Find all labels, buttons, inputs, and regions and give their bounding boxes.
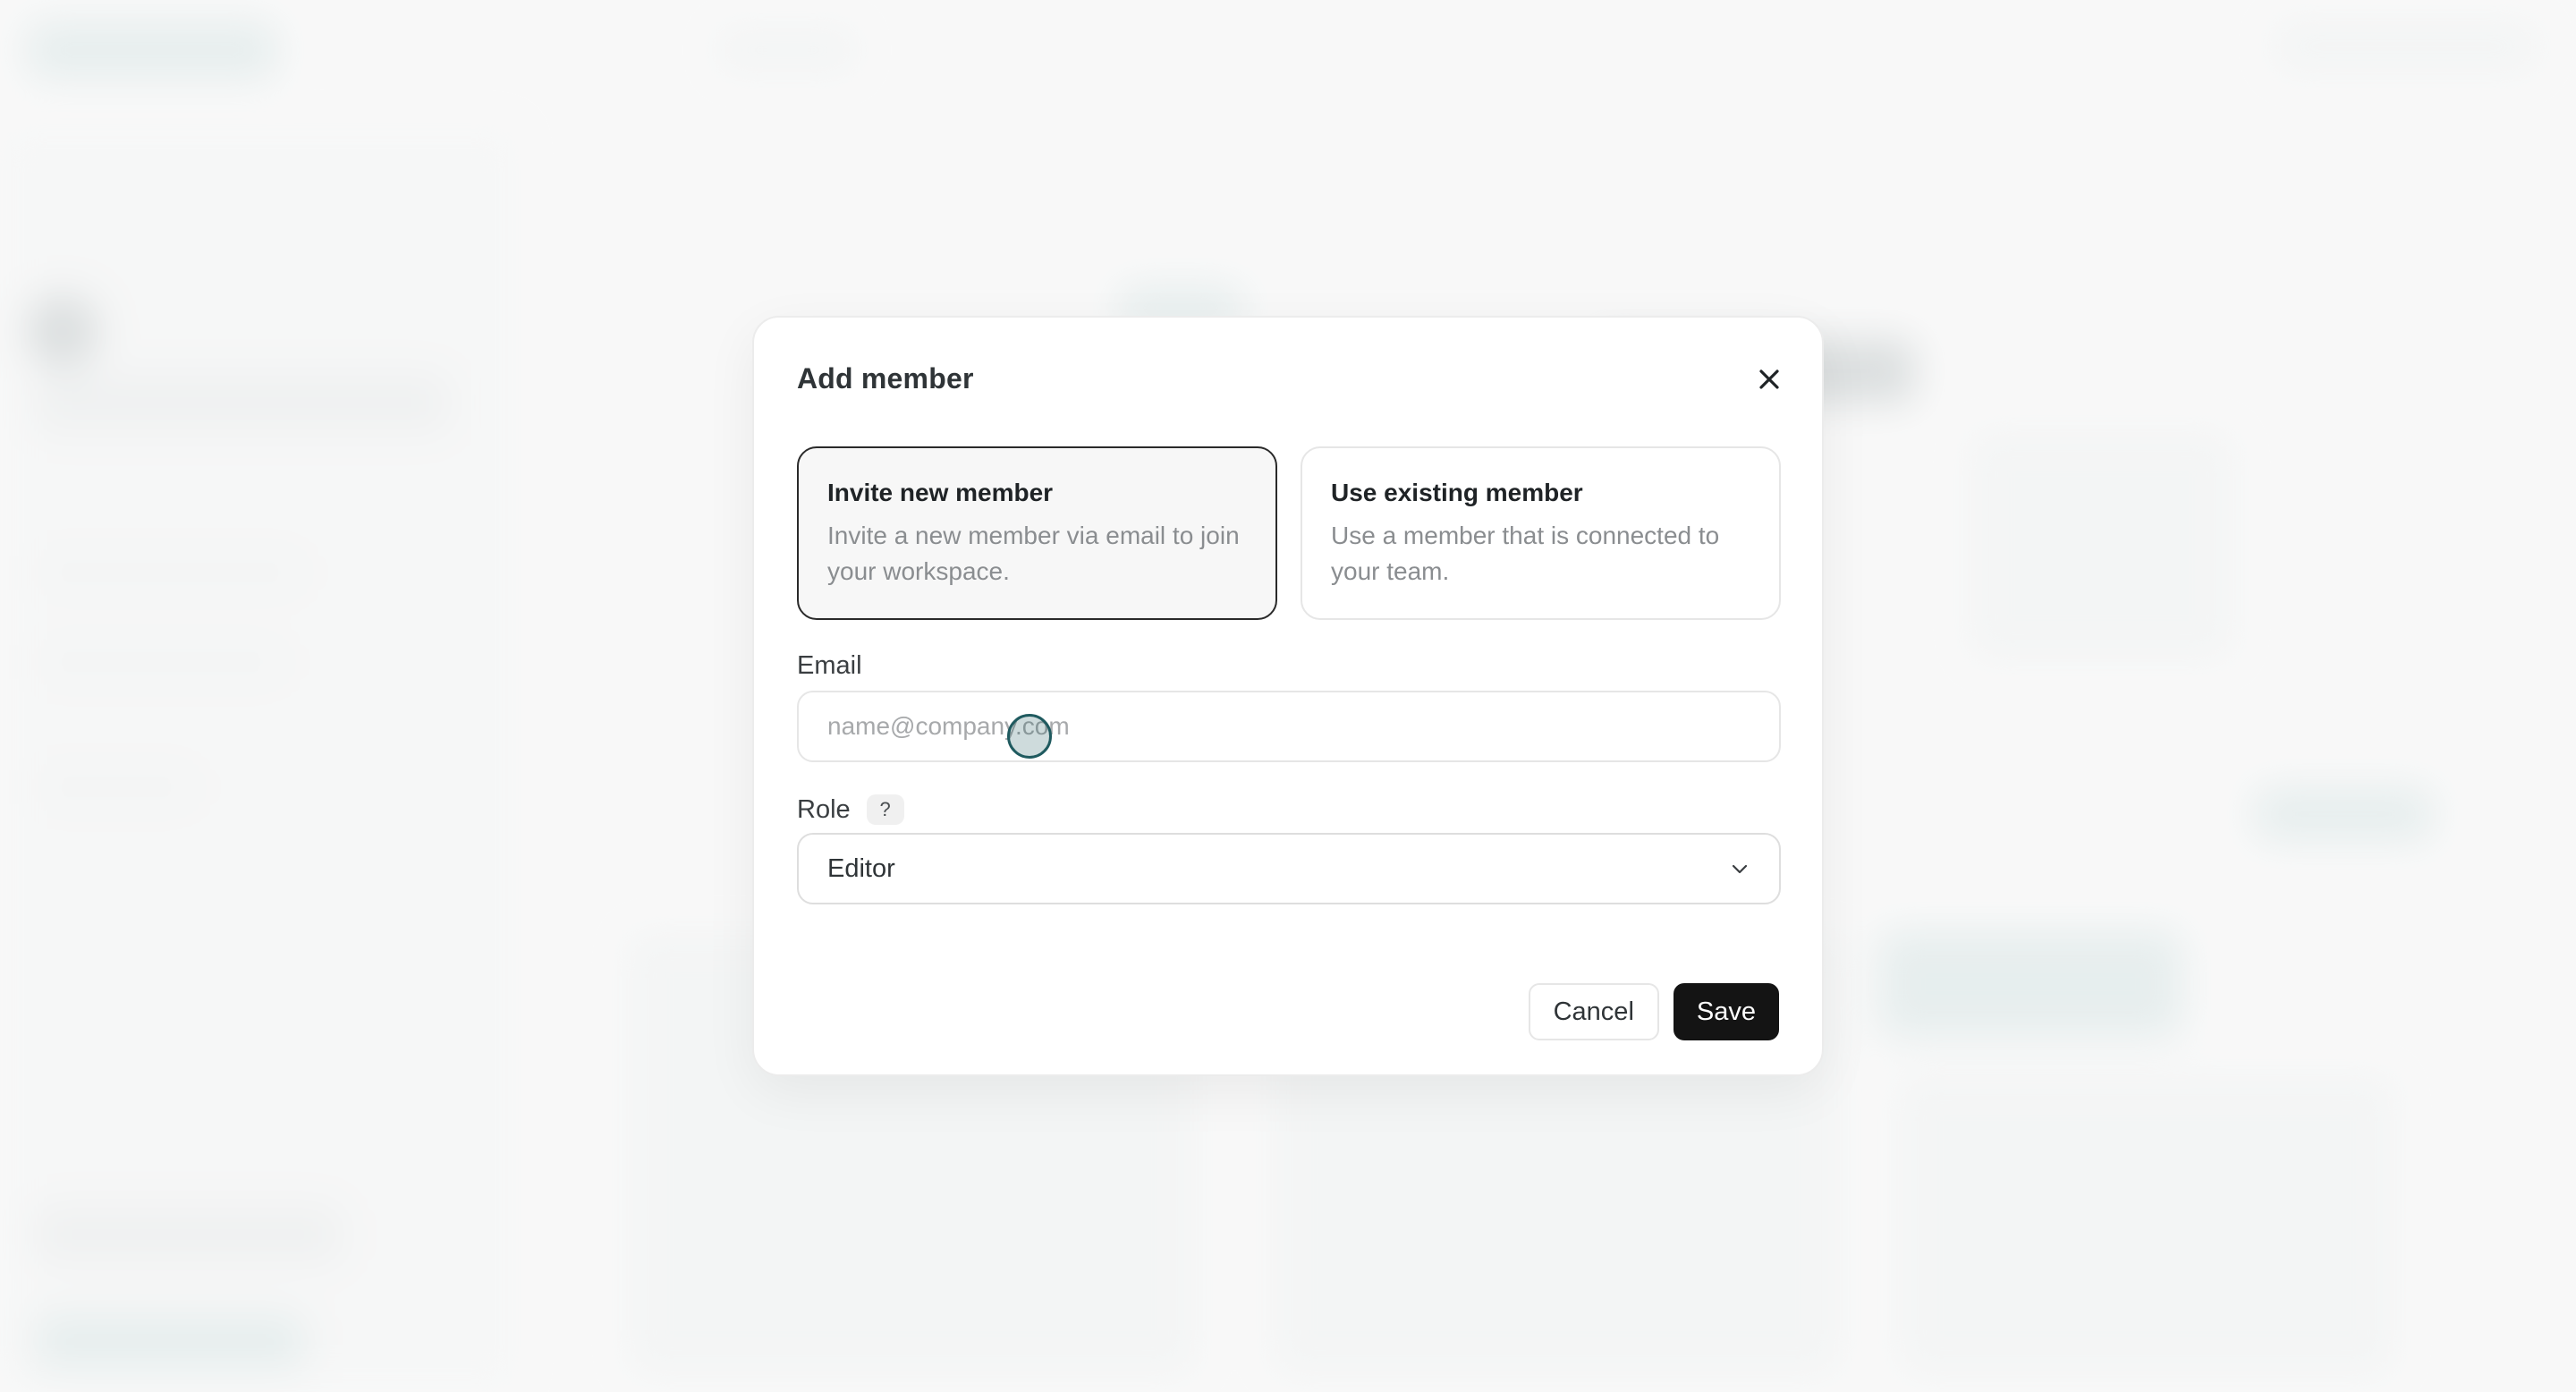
add-member-dialog: Add member Invite new member Invite a ne… bbox=[752, 316, 1824, 1076]
role-label: Role ? bbox=[797, 794, 904, 825]
role-select[interactable]: Editor bbox=[797, 833, 1781, 904]
chevron-down-icon bbox=[1732, 864, 1748, 874]
cancel-button[interactable]: Cancel bbox=[1528, 983, 1659, 1040]
email-field[interactable] bbox=[797, 691, 1781, 762]
role-select-value: Editor bbox=[827, 853, 895, 883]
option-use-existing-member[interactable]: Use existing member Use a member that is… bbox=[1301, 446, 1781, 620]
dialog-title: Add member bbox=[797, 362, 974, 395]
option-description: Invite a new member via email to join yo… bbox=[827, 522, 1240, 585]
option-title: Invite new member bbox=[827, 479, 1054, 506]
save-button[interactable]: Save bbox=[1673, 983, 1779, 1040]
email-label-text: Email bbox=[797, 651, 862, 680]
mouse-cursor-indicator bbox=[1007, 714, 1052, 759]
role-label-text: Role bbox=[797, 794, 851, 824]
option-invite-new-member[interactable]: Invite new member Invite a new member vi… bbox=[797, 446, 1277, 620]
option-title: Use existing member bbox=[1331, 479, 1583, 506]
option-description: Use a member that is connected to your t… bbox=[1331, 522, 1720, 585]
role-help-icon[interactable]: ? bbox=[866, 794, 904, 825]
dialog-footer: Cancel Save bbox=[1528, 983, 1779, 1040]
close-button[interactable] bbox=[1749, 359, 1790, 400]
member-type-options: Invite new member Invite a new member vi… bbox=[797, 446, 1781, 620]
email-label: Email bbox=[797, 651, 862, 681]
close-icon bbox=[1759, 369, 1779, 389]
